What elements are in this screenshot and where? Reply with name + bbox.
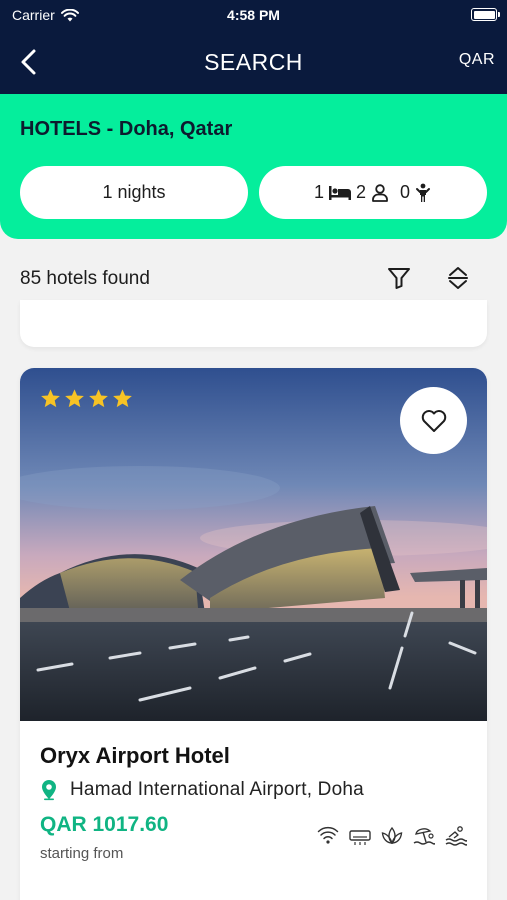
bed-icon (328, 185, 351, 200)
search-summary: HOTELS - Doha, Qatar 1 nights 1 2 0 (0, 94, 507, 239)
carrier-label: Carrier (12, 7, 55, 23)
nav-bar: SEARCH QAR (0, 30, 507, 94)
sort-icon (448, 267, 468, 289)
star-icon (65, 389, 84, 408)
children-count: 0 (400, 182, 411, 202)
star-icon (113, 389, 132, 408)
results-count: 85 hotels found (20, 268, 150, 289)
price-note: starting from (40, 845, 124, 862)
amenities-list (317, 825, 468, 847)
location-pin-icon (42, 780, 56, 801)
nights-selector[interactable]: 1 nights (20, 166, 248, 219)
wifi-status-icon (60, 8, 79, 21)
nights-label: 1 nights (102, 182, 166, 202)
spa-icon (381, 825, 403, 847)
star-icon (89, 389, 108, 408)
previous-hotel-card[interactable] (20, 300, 487, 347)
child-icon (416, 183, 431, 202)
beach-icon (413, 825, 436, 847)
pool-icon (445, 825, 468, 847)
hotel-card[interactable]: Oryx Airport Hotel Hamad International A… (20, 368, 487, 900)
hotel-price: QAR 1017.60 (40, 813, 169, 836)
page-title: SEARCH (204, 48, 303, 75)
carrier-group: Carrier (12, 7, 79, 23)
hotel-location: Hamad International Airport, Doha (40, 779, 364, 801)
air-conditioner-icon (349, 825, 371, 847)
rooms-count: 1 (313, 182, 324, 202)
back-button[interactable] (18, 48, 42, 76)
guests-selector[interactable]: 1 2 0 (259, 166, 487, 219)
filter-icon (388, 268, 410, 289)
filter-button[interactable] (386, 265, 412, 291)
search-destination-title: HOTELS - Doha, Qatar (20, 118, 233, 140)
heart-icon (421, 409, 446, 432)
wifi-icon (317, 825, 339, 847)
chevron-left-icon (21, 49, 36, 75)
sort-button[interactable] (445, 265, 471, 291)
currency-button[interactable]: QAR (459, 51, 495, 69)
star-icon (41, 389, 60, 408)
hotel-name: Oryx Airport Hotel (40, 743, 230, 768)
adults-count: 2 (355, 182, 366, 202)
status-bar: Carrier 4:58 PM (0, 0, 507, 30)
star-rating (40, 388, 133, 409)
battery-icon (471, 8, 500, 21)
favorite-button[interactable] (400, 387, 467, 454)
adult-icon (372, 183, 388, 202)
hotel-info: Oryx Airport Hotel Hamad International A… (20, 721, 487, 900)
hotel-location-text: Hamad International Airport, Doha (70, 779, 364, 800)
